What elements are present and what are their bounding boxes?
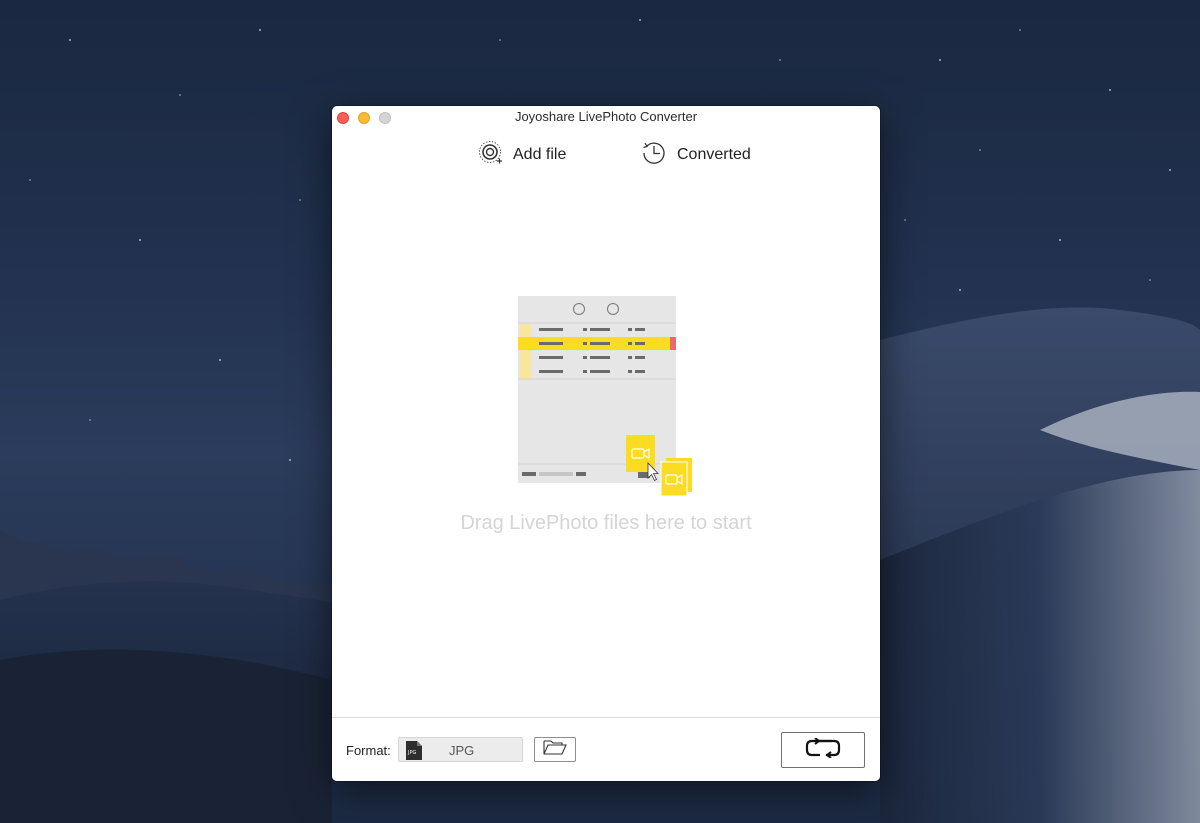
maximize-window-button[interactable] <box>379 112 391 124</box>
convert-icon <box>804 736 842 763</box>
jpg-file-icon: JPG <box>406 741 422 765</box>
minimize-window-button[interactable] <box>358 112 370 124</box>
bottom-bar: Format: JPG JPG <box>332 717 880 781</box>
format-value: JPG <box>449 743 475 758</box>
app-window: Joyoshare LivePhoto Converter Add file C… <box>332 106 880 781</box>
folder-icon <box>543 739 567 760</box>
title-bar: Joyoshare LivePhoto Converter <box>332 106 880 128</box>
format-select[interactable]: JPG JPG <box>398 737 523 762</box>
format-label: Format: <box>346 743 391 758</box>
add-file-label: Add file <box>513 146 567 163</box>
svg-text:JPG: JPG <box>407 750 416 756</box>
window-title: Joyoshare LivePhoto Converter <box>514 109 698 124</box>
drop-zone-illustration[interactable] <box>518 296 698 503</box>
converted-button[interactable]: Converted <box>640 141 751 169</box>
drop-hint-text: Drag LivePhoto files here to start <box>460 512 752 534</box>
add-file-button[interactable]: Add file <box>478 140 567 171</box>
add-file-icon <box>478 140 504 171</box>
close-window-button[interactable] <box>337 112 349 124</box>
history-clock-icon <box>640 139 668 172</box>
output-folder-button[interactable] <box>534 737 576 762</box>
converted-label: Converted <box>677 146 751 163</box>
desktop-background: Joyoshare LivePhoto Converter Add file C… <box>0 0 1200 823</box>
convert-button[interactable] <box>781 732 865 768</box>
